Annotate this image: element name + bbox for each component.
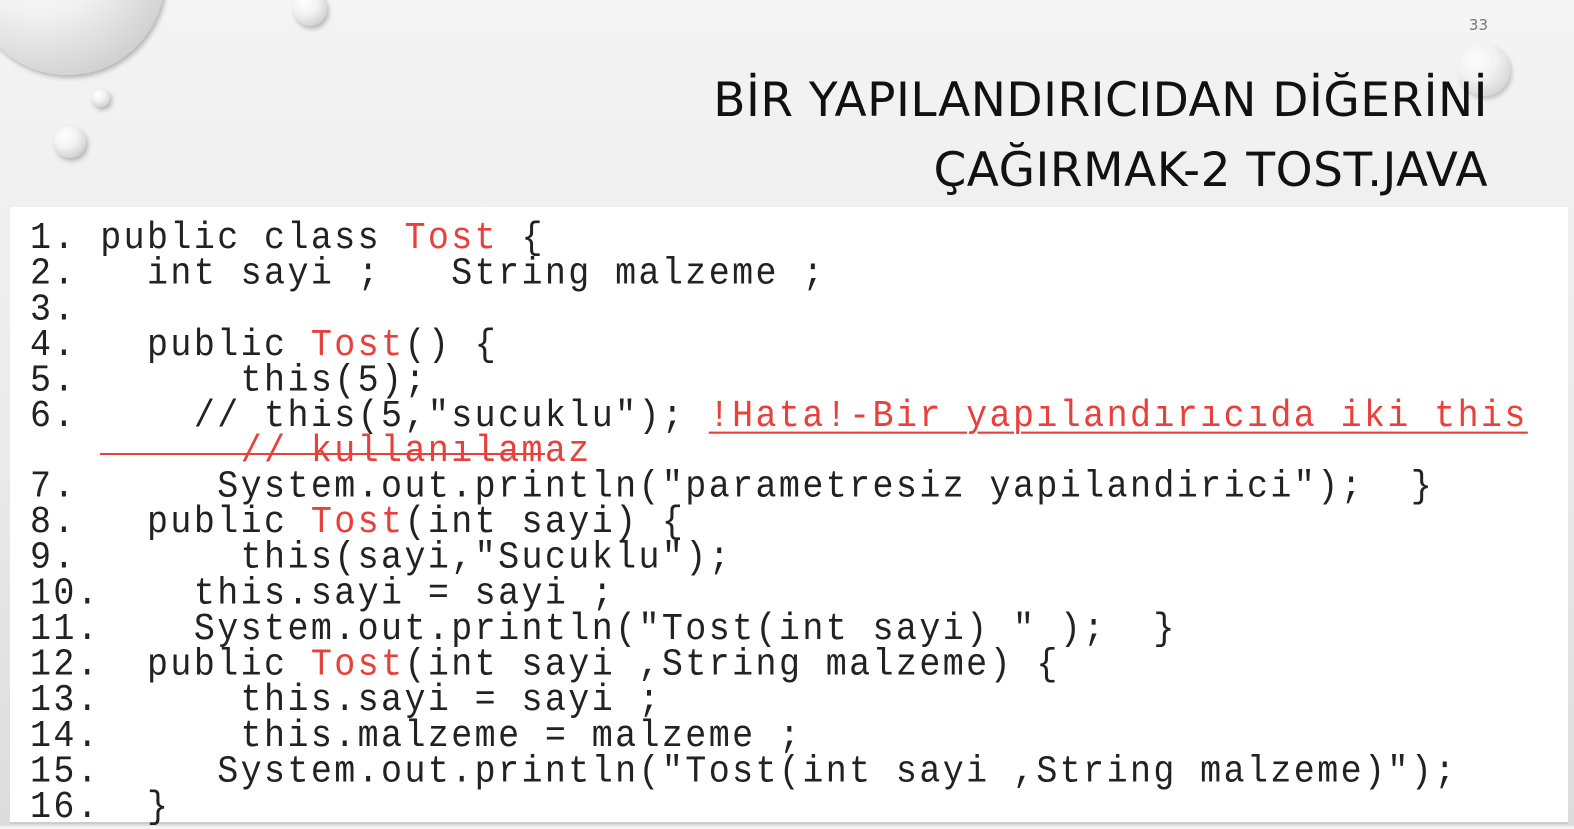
slide-title: BİR YAPILANDIRICIDAN DİĞERİNİ ÇAĞIRMAK-2… [713, 66, 1488, 206]
code-text: } [100, 785, 171, 829]
water-drop-decoration [0, 0, 165, 75]
code-line: // kullanılamaz [30, 433, 1528, 471]
code-text: int sayi ; String malzeme ; [76, 252, 826, 296]
highlighted-code-text: !Hata!-Bir yapılandırıcıda iki this [708, 394, 1528, 438]
water-drop-decoration [54, 126, 86, 158]
slide-number: 33 [1468, 16, 1488, 34]
code-line: 15. System.out.println("Tost(int sayi ,S… [30, 752, 1528, 790]
code-lines: 1. public class Tost {2. int sayi ; Stri… [30, 219, 1528, 826]
code-line: 9. this(sayi,"Sucuklu"); [30, 539, 1528, 577]
code-line: 4. public Tost() { [30, 326, 1528, 364]
code-line: 11. System.out.println("Tost(int sayi) "… [30, 610, 1528, 648]
line-number: 16. [30, 785, 101, 829]
title-line-1: BİR YAPILANDIRICIDAN DİĞERİNİ [713, 73, 1488, 128]
code-line: 16. } [30, 788, 1528, 826]
code-line: 10. this.sayi = sayi ; [30, 575, 1528, 613]
water-drop-decoration [92, 89, 110, 107]
code-line: 8. public Tost(int sayi) { [30, 504, 1528, 542]
code-line: 1. public class Tost { [30, 219, 1528, 257]
code-line: 3. [30, 290, 1528, 328]
error-underline [100, 453, 545, 455]
code-text: System.out.println("Tost(int sayi ,Strin… [100, 749, 1458, 793]
code-block: 1. public class Tost {2. int sayi ; Stri… [10, 207, 1568, 826]
title-line-2: ÇAĞIRMAK-2 TOST.JAVA [933, 143, 1488, 198]
code-line: 12. public Tost(int sayi ,String malzeme… [30, 646, 1528, 684]
code-line: 2. int sayi ; String malzeme ; [30, 255, 1528, 293]
code-line: 14. this.malzeme = malzeme ; [30, 717, 1528, 755]
code-line: 7. System.out.println("parametresiz yapi… [30, 468, 1528, 506]
water-drop-decoration [293, 0, 327, 26]
code-line: 6. // this(5,"sucuklu"); !Hata!-Bir yapı… [30, 397, 1528, 435]
code-line: 13. this.sayi = sayi ; [30, 681, 1528, 719]
code-line: 5. this(5); [30, 362, 1528, 400]
